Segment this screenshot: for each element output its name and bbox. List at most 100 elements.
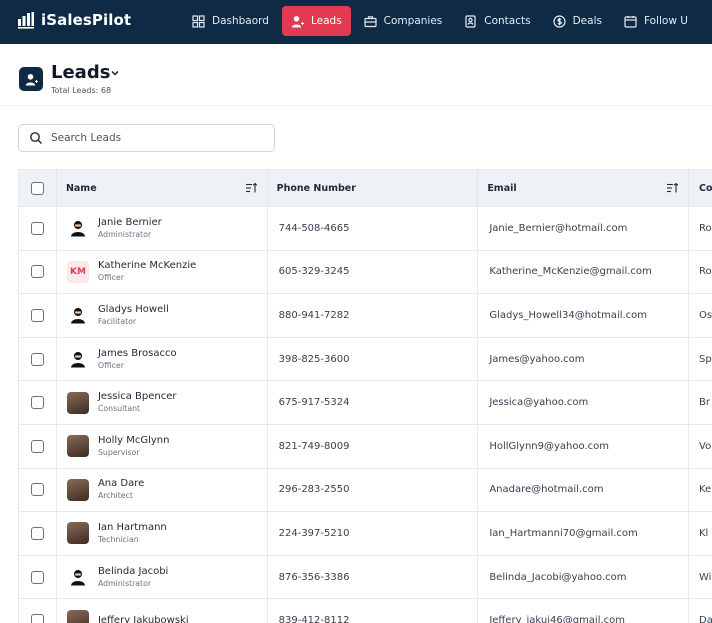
- lead-company: Ke: [699, 484, 712, 496]
- user-silhouette-icon: [70, 221, 85, 237]
- table-row[interactable]: Belinda Jacobi Administrator 876-356-338…: [19, 555, 712, 600]
- row-checkbox[interactable]: [30, 483, 44, 497]
- column-header-company[interactable]: Co: [689, 170, 712, 206]
- company-cell: Os: [689, 294, 712, 337]
- lead-company: Sp: [699, 353, 712, 365]
- select-all-checkbox[interactable]: [30, 181, 44, 195]
- lead-company: Kl: [699, 527, 709, 539]
- nav-contacts[interactable]: Contacts: [455, 6, 539, 36]
- phone-cell: 876-356-3386: [268, 555, 479, 599]
- company-cell: Ro: [689, 207, 712, 250]
- company-cell: Sp: [689, 338, 712, 381]
- phone-cell: 224-397-5210: [268, 512, 479, 555]
- column-header-email[interactable]: Email: [478, 170, 689, 206]
- table-row[interactable]: Holly McGlynn Supervisor 821-749-8009 Ho…: [19, 424, 712, 469]
- name-cell[interactable]: KM Katherine McKenzie Officer: [57, 250, 268, 294]
- nav-companies[interactable]: Companies: [355, 6, 452, 36]
- lead-role: Officer: [97, 273, 124, 283]
- row-checkbox[interactable]: [30, 396, 44, 410]
- brand[interactable]: iSalesPilot: [17, 11, 131, 29]
- email-cell: Katherine_McKenzie@gmail.com: [478, 250, 689, 294]
- lead-name[interactable]: Katherine McKenzie: [98, 260, 196, 272]
- row-checkbox[interactable]: [30, 614, 44, 623]
- name-cell[interactable]: Holly McGlynn Supervisor: [57, 424, 268, 468]
- phone-cell: 821-749-8009: [268, 424, 479, 468]
- row-select-cell: [19, 599, 57, 623]
- table-row[interactable]: Ian Hartmann Technician 224-397-5210 Ian…: [19, 512, 712, 556]
- table-row[interactable]: Ana Dare Architect 296-283-2550 Anadare@…: [19, 468, 712, 513]
- nav-label: Deals: [572, 15, 602, 27]
- table-row[interactable]: Jessica Bpencer Consultant 675-917-5324 …: [19, 381, 712, 425]
- row-checkbox[interactable]: [30, 352, 44, 366]
- lead-phone: 744-508-4665: [278, 222, 350, 234]
- column-label: Phone Number: [276, 182, 356, 194]
- lead-role: Facilitator: [97, 316, 137, 326]
- lead-name[interactable]: Gladys Howell: [98, 304, 169, 316]
- lead-name[interactable]: Holly McGlynn: [98, 435, 170, 447]
- user-silhouette-icon: [70, 308, 85, 324]
- email-cell: Anadare@hotmail.com: [478, 468, 689, 512]
- lead-name[interactable]: Ian Hartmann: [98, 522, 167, 534]
- lead-name[interactable]: Janie Bernier: [98, 217, 162, 229]
- lead-name[interactable]: James Brosacco: [98, 348, 177, 360]
- top-navbar: iSalesPilot Dashbaord Leads Companies Co…: [0, 0, 712, 44]
- main-nav: Dashbaord Leads Companies Contacts Deals…: [183, 6, 701, 36]
- name-cell[interactable]: Jeffery Jakubowski: [57, 599, 268, 623]
- sort-icon[interactable]: [245, 182, 258, 194]
- lead-email: James@yahoo.com: [489, 353, 585, 365]
- table-row[interactable]: James Brosacco Officer 398-825-3600 Jame…: [19, 337, 712, 382]
- lead-name[interactable]: Ana Dare: [98, 478, 144, 490]
- row-checkbox[interactable]: [30, 265, 44, 279]
- lead-phone: 296-283-2550: [278, 484, 350, 496]
- calendar-icon: [624, 15, 637, 28]
- row-checkbox[interactable]: [30, 439, 44, 453]
- name-cell[interactable]: Ian Hartmann Technician: [57, 512, 268, 555]
- name-cell[interactable]: Ana Dare Architect: [57, 468, 268, 512]
- chevron-down-icon[interactable]: [110, 68, 120, 78]
- row-select-cell: [19, 424, 57, 468]
- avatar: [66, 566, 89, 589]
- lead-company: Br: [699, 397, 710, 409]
- name-cell[interactable]: Janie Bernier Administrator: [57, 207, 268, 250]
- row-checkbox[interactable]: [30, 308, 44, 322]
- lead-email: Ian_Hartmanni70@gmail.com: [489, 527, 638, 539]
- lead-name[interactable]: Belinda Jacobi: [98, 566, 168, 578]
- company-cell: Ro: [689, 251, 712, 294]
- nav-dashboard[interactable]: Dashbaord: [183, 6, 278, 36]
- name-block: Gladys Howell Facilitator: [98, 304, 169, 327]
- lead-name[interactable]: Jeffery Jakubowski: [98, 615, 189, 623]
- name-cell[interactable]: Gladys Howell Facilitator: [57, 294, 268, 337]
- page-title[interactable]: Leads: [51, 62, 110, 83]
- company-cell: Wi: [689, 556, 712, 599]
- table-row[interactable]: Jeffery Jakubowski 839-412-8112 Jeffery_…: [19, 599, 712, 623]
- name-cell[interactable]: Jessica Bpencer Consultant: [57, 381, 268, 424]
- nav-deals[interactable]: Deals: [544, 6, 611, 36]
- email-cell: Janie_Bernier@hotmail.com: [478, 207, 689, 250]
- search-icon: [30, 132, 42, 144]
- phone-cell: 296-283-2550: [268, 468, 479, 512]
- column-header-name[interactable]: Name: [57, 170, 268, 206]
- search-box[interactable]: [18, 124, 275, 152]
- nav-follow-up[interactable]: Follow U: [615, 6, 697, 36]
- table-body: Janie Bernier Administrator 744-508-4665…: [19, 207, 712, 623]
- table-row[interactable]: Gladys Howell Facilitator 880-941-7282 G…: [19, 294, 712, 338]
- email-cell: James@yahoo.com: [478, 337, 689, 381]
- lead-company: Ro: [699, 266, 712, 278]
- table-row[interactable]: KM Katherine McKenzie Officer 605-329-32…: [19, 250, 712, 295]
- avatar: KM: [66, 260, 89, 283]
- avatar: [66, 435, 89, 458]
- row-checkbox[interactable]: [30, 221, 44, 235]
- search-input[interactable]: [51, 132, 251, 144]
- user-silhouette-icon: [70, 352, 85, 368]
- name-block: Holly McGlynn Supervisor: [98, 435, 170, 458]
- sort-icon[interactable]: [666, 182, 679, 194]
- name-cell[interactable]: James Brosacco Officer: [57, 337, 268, 381]
- name-cell[interactable]: Belinda Jacobi Administrator: [57, 555, 268, 599]
- lead-name[interactable]: Jessica Bpencer: [98, 391, 177, 403]
- column-header-phone[interactable]: Phone Number: [268, 170, 479, 206]
- nav-leads[interactable]: Leads: [281, 6, 351, 36]
- row-checkbox[interactable]: [30, 570, 44, 584]
- lead-phone: 880-941-7282: [278, 309, 350, 321]
- table-row[interactable]: Janie Bernier Administrator 744-508-4665…: [19, 207, 712, 251]
- row-checkbox[interactable]: [30, 526, 44, 540]
